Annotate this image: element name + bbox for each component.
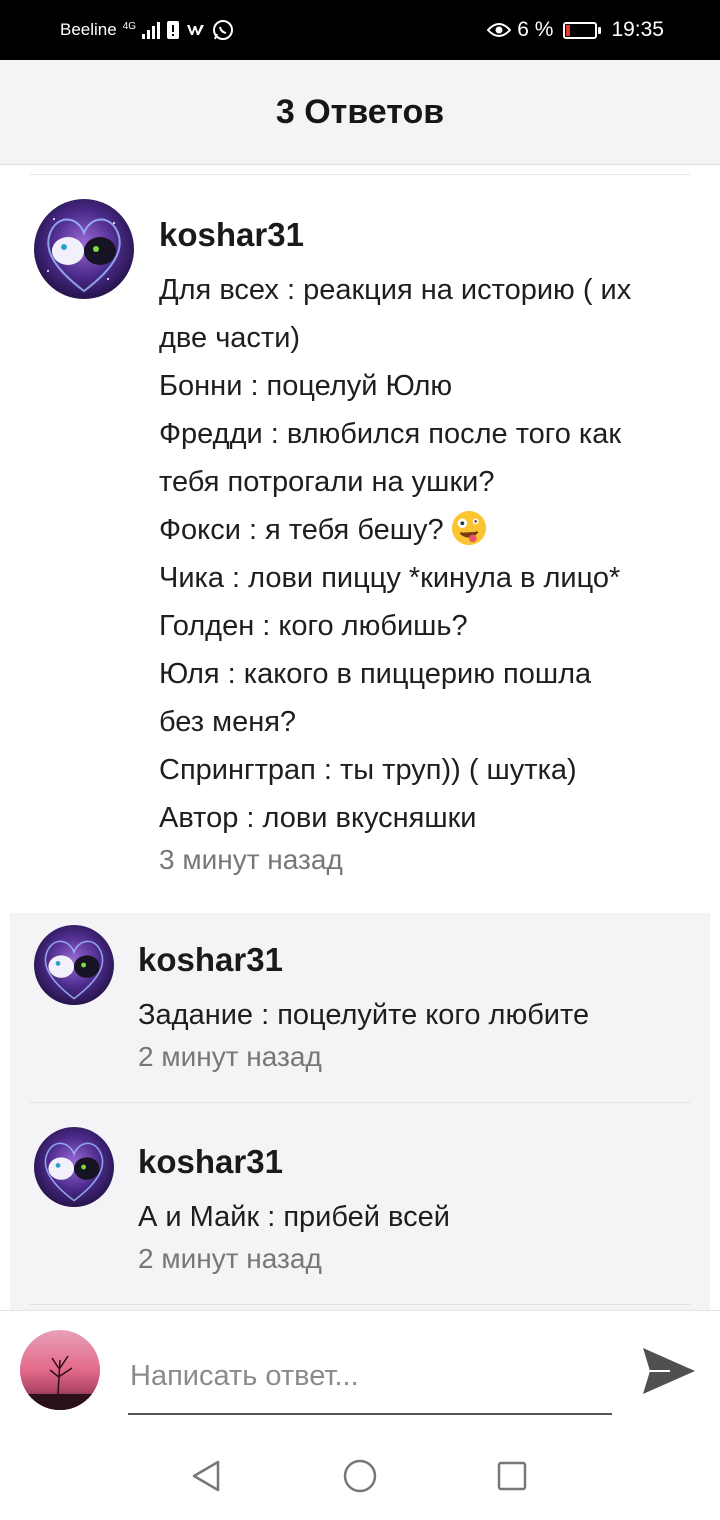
carrier-label: Beeline [60, 20, 117, 39]
status-bar: Beeline 4G 6 % 19:35 [0, 0, 720, 60]
reply-timestamp: 2 минут назад [138, 1243, 322, 1274]
nav-home-button[interactable] [338, 1454, 382, 1498]
system-nav-bar [0, 1430, 720, 1520]
send-button[interactable] [636, 1339, 702, 1403]
reply-item: koshar31 А и Майк : прибей всей 2 минут … [10, 1115, 710, 1303]
comment-line: тебя потрогали на ушки? [159, 466, 495, 498]
status-left: Beeline 4G [60, 0, 234, 60]
vk-icon [187, 25, 205, 35]
comment-line: Юля : какого в пиццерию пошла [159, 658, 592, 690]
avatar[interactable] [34, 1127, 114, 1207]
nav-back-button[interactable] [184, 1454, 228, 1498]
reply-item: koshar31 Задание : поцелуйте кого любите… [10, 913, 710, 1101]
page-title: 3 Ответов [275, 92, 445, 131]
comment-text: Для всех : реакция на историю ( их две ч… [159, 266, 699, 842]
divider [30, 1304, 690, 1305]
comment-line: Бонни : поцелуй Юлю [159, 370, 453, 402]
reply-input[interactable] [128, 1339, 612, 1415]
comment-author[interactable]: koshar31 [159, 216, 304, 254]
reply-text: А и Майк : прибей всей [138, 1201, 450, 1233]
comment-line: Чика : лови пиццу *кинула в лицо* [159, 562, 621, 594]
status-right: 6 % 19:35 [487, 0, 664, 60]
current-user-avatar[interactable] [20, 1330, 100, 1410]
main-comment: koshar31 Для всех : реакция на историю (… [0, 196, 720, 896]
send-icon [643, 1348, 695, 1394]
eye-comfort-icon [487, 23, 512, 37]
comment-line: Автор : лови вкусняшки [159, 802, 477, 834]
reply-timestamp: 2 минут назад [138, 1041, 322, 1072]
nav-recents-button[interactable] [490, 1454, 534, 1498]
recents-square-icon [497, 1461, 527, 1491]
comment-line-with-emoji: Фокси : я тебя бешу? [159, 506, 699, 554]
comment-line: Фредди : влюбился после того как [159, 418, 622, 450]
clock: 19:35 [611, 18, 664, 41]
sim-alert-icon [167, 21, 180, 39]
reply-text: Задание : поцелуйте кого любите [138, 999, 590, 1031]
comment-line: Для всех : реакция на историю ( их [159, 274, 632, 306]
comment-line: Спрингтрап : ты труп)) ( шутка) [159, 754, 577, 786]
header: 3 Ответов [0, 60, 720, 165]
comment-line: Фокси : я тебя бешу? [159, 514, 444, 546]
signal-icon [142, 21, 161, 39]
comment-line: Голден : кого любишь? [159, 610, 468, 642]
divider [30, 1102, 690, 1103]
home-circle-icon [343, 1459, 377, 1493]
network-label: 4G [122, 20, 137, 32]
whatsapp-icon [213, 20, 234, 40]
comment-line: две части) [159, 322, 301, 354]
divider [30, 174, 690, 175]
comment-timestamp: 3 минут назад [159, 844, 343, 875]
reply-author[interactable]: koshar31 [138, 1143, 283, 1181]
battery-percent: 6 % [517, 18, 554, 41]
back-triangle-icon [192, 1460, 220, 1492]
reply-author[interactable]: koshar31 [138, 941, 283, 979]
comment-line: без меня? [159, 706, 297, 738]
battery-icon [563, 21, 602, 39]
avatar[interactable] [34, 199, 134, 299]
avatar[interactable] [34, 925, 114, 1005]
zany-face-emoji-icon [451, 510, 486, 546]
reply-composer [0, 1310, 720, 1430]
